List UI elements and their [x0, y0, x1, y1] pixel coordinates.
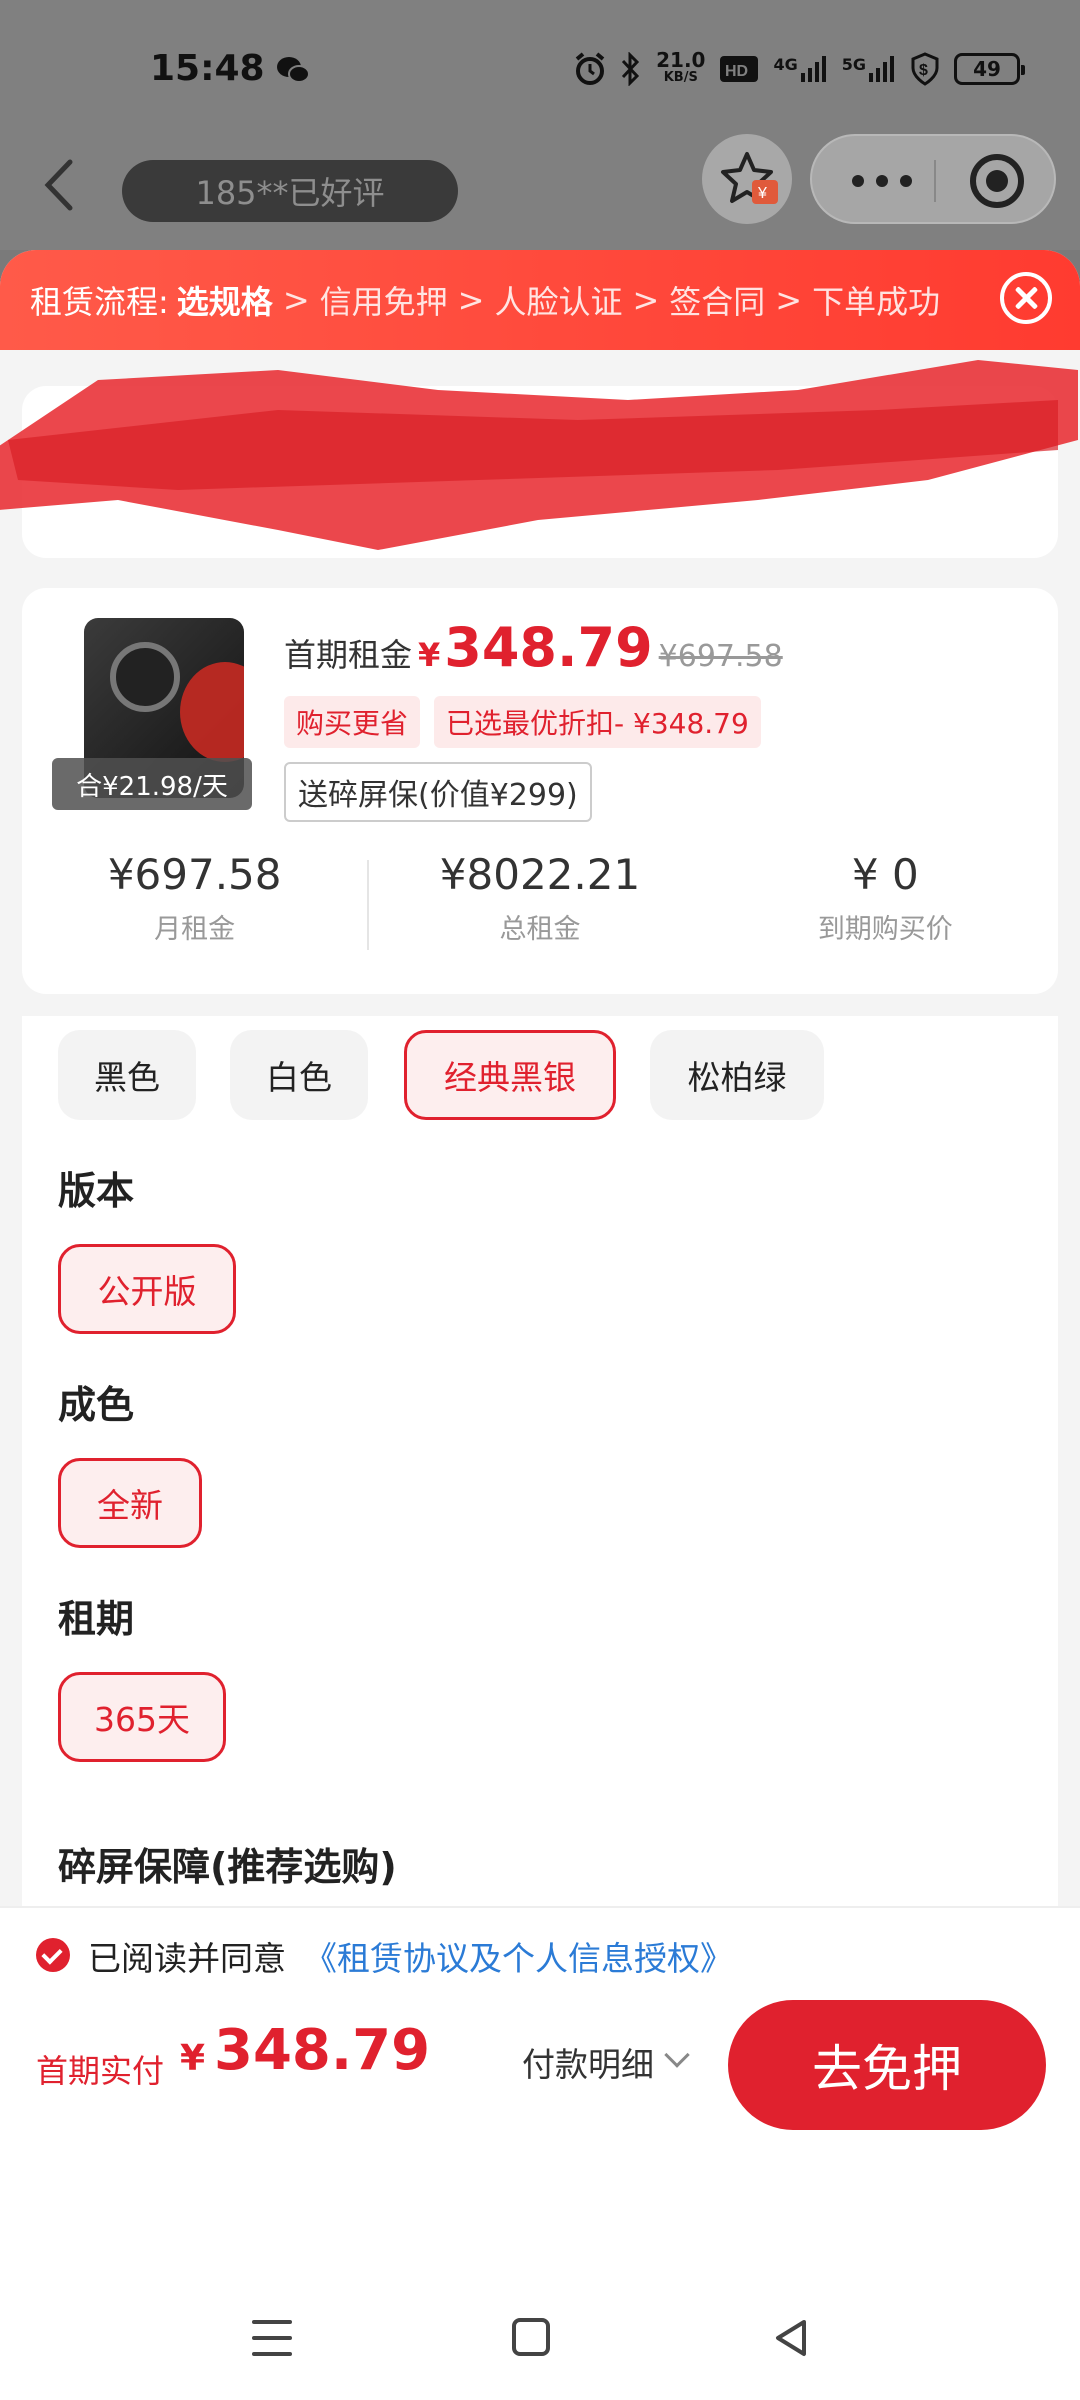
daily-price-tag: 合¥21.98/天	[52, 758, 252, 810]
process-step: 下单成功	[812, 283, 941, 321]
agree-checkbox-icon[interactable]	[36, 1938, 70, 1972]
system-nav-bar	[0, 2280, 1080, 2400]
first-rent-currency: ¥	[418, 636, 441, 674]
stat-label: 总租金	[499, 914, 581, 945]
review-pill: 185**已好评	[122, 160, 458, 222]
first-rent-label: 首期租金	[284, 636, 413, 674]
first-rent-price: 348.79	[444, 616, 653, 679]
close-miniapp-icon[interactable]	[970, 154, 1024, 208]
condition-option-new[interactable]: 全新	[58, 1458, 202, 1548]
process-title: 租赁流程:	[30, 283, 169, 321]
stat-buyout: ¥ 0 到期购买价	[713, 850, 1058, 960]
original-price: ¥697.58	[658, 639, 783, 674]
agreement-link[interactable]: 《租赁协议及个人信息授权》	[304, 1932, 733, 1980]
stat-label: 到期购买价	[817, 914, 953, 945]
signal-5g: 5G	[842, 55, 896, 83]
process-arrow: >	[282, 281, 310, 319]
tag-buy-cheaper: 购买更省	[284, 696, 421, 748]
alarm-icon	[575, 52, 605, 85]
pay-detail-toggle[interactable]: 付款明细	[522, 2038, 654, 2086]
back-arrow-icon[interactable]	[30, 150, 90, 220]
status-bar: 15:48 21.0 KB/S HD 4G 5G $ 49	[0, 0, 1080, 110]
process-bar: 租赁流程: 选规格 > 信用免押 > 人脸认证 > 签合同 > 下单成功	[0, 250, 1080, 350]
version-option-public[interactable]: 公开版	[58, 1244, 236, 1334]
color-option-white[interactable]: 白色	[230, 1030, 368, 1120]
stat-label: 月租金	[154, 914, 236, 945]
battery-level: 49	[973, 57, 1001, 81]
wechat-icon	[277, 57, 310, 83]
color-option-classic-black-silver[interactable]: 经典黑银	[404, 1030, 616, 1120]
stat-value: ¥697.58	[107, 850, 282, 899]
signal-4g: 4G	[773, 55, 827, 83]
miniapp-capsule	[810, 134, 1056, 224]
svg-text:$: $	[919, 62, 928, 79]
shield-dollar-icon: $	[911, 52, 939, 86]
signal-4g-label: 4G	[773, 55, 798, 74]
condition-title: 成色	[58, 1383, 135, 1427]
first-rent-row: 首期租金 ¥ 348.79 ¥697.58	[284, 616, 783, 679]
deposit-free-button[interactable]: 去免押	[728, 2000, 1046, 2130]
home-icon[interactable]	[512, 2318, 550, 2356]
top-nav: 185**已好评 ¥	[0, 110, 1080, 374]
rent-stats: ¥697.58 月租金 ¥8022.21 总租金 ¥ 0 到期购买价	[22, 850, 1058, 960]
process-arrow: >	[775, 281, 803, 319]
process-current-step: 选规格	[176, 283, 273, 321]
version-title: 版本	[58, 1169, 135, 1213]
product-card: 合¥21.98/天 首期租金 ¥ 348.79 ¥697.58 购买更省 已选最…	[22, 588, 1058, 994]
status-time: 15:48	[150, 48, 265, 89]
capsule-divider	[934, 160, 936, 202]
svg-text:¥: ¥	[757, 185, 767, 202]
process-step: 信用免押	[319, 283, 448, 321]
pay-currency: ¥	[180, 2038, 206, 2079]
process-step: 签合同	[669, 283, 766, 321]
promo-tags: 购买更省 已选最优折扣- ¥348.79	[284, 696, 761, 748]
stat-monthly: ¥697.58 月租金	[22, 850, 367, 960]
back-triangle-icon[interactable]	[770, 2316, 814, 2360]
chevron-down-icon[interactable]	[664, 2042, 690, 2068]
color-option-black[interactable]: 黑色	[58, 1030, 196, 1120]
stat-total: ¥8022.21 总租金	[367, 850, 712, 960]
net-speed: 21.0 KB/S	[656, 48, 706, 87]
battery-icon: 49	[954, 53, 1025, 85]
net-speed-value: 21.0	[656, 48, 706, 72]
svg-text:HD: HD	[725, 63, 748, 80]
term-title: 租期	[58, 1597, 135, 1641]
hd-icon: HD	[720, 56, 759, 82]
more-icon[interactable]	[852, 166, 922, 196]
color-option-pine-green[interactable]: 松柏绿	[650, 1030, 824, 1120]
pay-label: 首期实付	[36, 2052, 165, 2090]
redaction-scribble	[0, 360, 1078, 550]
spec-options: 黑色 白色 经典黑银 松柏绿 版本 公开版 成色 全新 租期 365天 碎屏保障…	[22, 1016, 1058, 2016]
gift-tag: 送碎屏保(价值¥299)	[284, 762, 592, 822]
stat-value: ¥8022.21	[439, 850, 641, 899]
process-arrow: >	[632, 281, 660, 319]
process-arrow: >	[457, 281, 485, 319]
signal-bars-icon	[800, 56, 826, 82]
pay-amount: 348.79	[214, 2018, 431, 2083]
protection-title: 碎屏保障(推荐选购)	[58, 1845, 397, 1889]
star-icon: ¥	[721, 152, 778, 204]
recent-apps-icon[interactable]	[252, 2320, 292, 2356]
term-option-365[interactable]: 365天	[58, 1672, 226, 1762]
favorite-button[interactable]: ¥	[702, 134, 792, 224]
tag-discount: 已选最优折扣- ¥348.79	[434, 696, 761, 748]
bluetooth-icon	[622, 52, 640, 86]
close-icon[interactable]	[1000, 272, 1052, 324]
stat-value: ¥ 0	[851, 850, 919, 899]
signal-bars-icon	[869, 56, 894, 82]
process-step: 人脸认证	[494, 283, 623, 321]
status-indicators: 21.0 KB/S HD 4G 5G $ 49	[574, 48, 1025, 90]
agree-text: 已阅读并同意	[88, 1939, 286, 1978]
signal-5g-label: 5G	[841, 55, 866, 74]
